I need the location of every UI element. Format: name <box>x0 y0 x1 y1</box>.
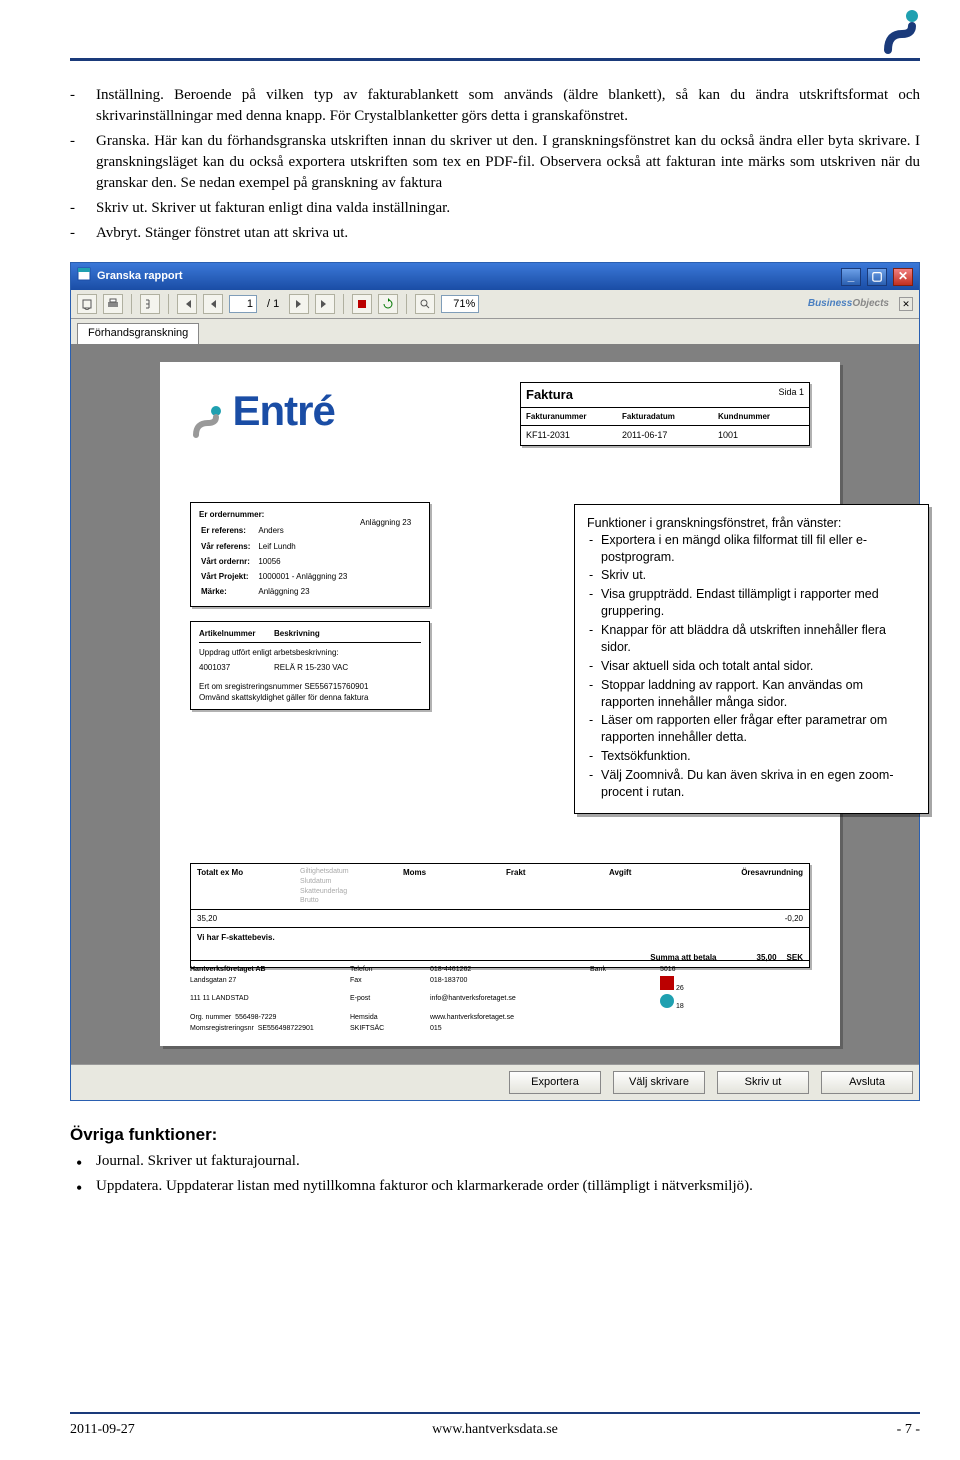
bottom-button-bar: Exportera Välj skrivare Skriv ut Avsluta <box>71 1064 919 1100</box>
callout-item: Stoppar laddning av rapport. Kan använda… <box>601 677 916 711</box>
list-item: Avbryt. Stänger fönstret utan att skriva… <box>96 223 920 244</box>
callout-item: Läser om rapporten eller frågar efter pa… <box>601 712 916 746</box>
cell: 35,20 <box>191 910 294 927</box>
list-item: Granska. Här kan du förhandsgranska utsk… <box>96 131 920 194</box>
footer-url: www.hantverksdata.se <box>353 1420 636 1440</box>
callout-item: Visar aktuell sida och totalt antal sido… <box>601 658 916 675</box>
next-page-icon[interactable] <box>289 294 309 314</box>
window-icon <box>77 267 91 286</box>
cell: KF11-2031 <box>521 426 617 445</box>
separator <box>406 294 407 314</box>
ref-value: Leif Lundh <box>258 540 353 553</box>
callout-title: Funktioner i granskningsfönstret, från v… <box>587 515 916 532</box>
tab-preview[interactable]: Förhandsgranskning <box>77 323 199 343</box>
anlaggning-label: Anläggning 23 <box>360 517 411 528</box>
ref-value: 10056 <box>258 555 353 568</box>
first-page-icon[interactable] <box>177 294 197 314</box>
col-header: Moms <box>397 864 500 909</box>
cell: 4001037 <box>199 662 274 673</box>
export-icon[interactable] <box>77 294 97 314</box>
invoice-header-box: Faktura Sida 1 Fakturanummer Fakturadatu… <box>520 382 810 446</box>
maximize-button[interactable]: ▢ <box>867 268 887 286</box>
report-canvas: Entré Faktura Sida 1 Fakturanummer Faktu… <box>71 344 919 1064</box>
ref-label: Er referens: <box>201 524 256 537</box>
list-item: Inställning. Beroende på vilken typ av f… <box>96 85 920 127</box>
col-header: Artikelnummer <box>199 628 274 639</box>
separator <box>131 294 132 314</box>
totals-box: Totalt ex Mo GiltighetsdatumSlutdatumSka… <box>190 863 810 968</box>
callout-item: Visa gruppträdd. Endast tillämpligt i ra… <box>601 586 916 620</box>
ref-label: Vårt ordernr: <box>201 555 256 568</box>
col-header: Fakturanummer <box>521 408 617 425</box>
items-intro: Uppdrag utfört enligt arbetsbeskrivning: <box>199 647 421 658</box>
list-item: Skriv ut. Skriver ut fakturan enligt din… <box>96 198 920 219</box>
separator <box>168 294 169 314</box>
stop-icon[interactable] <box>352 294 372 314</box>
skattebevis: Vi har F-skattebevis. <box>197 932 803 943</box>
page-footer: 2011-09-27 www.hantverksdata.se - 7 - <box>70 1412 920 1440</box>
preview-window: Granska rapport _ ▢ ✕ / 1 BusinessObject… <box>70 262 920 1101</box>
refresh-icon[interactable] <box>378 294 398 314</box>
zoom-input[interactable] <box>441 295 479 313</box>
callout-item: Textsökfunktion. <box>601 748 916 765</box>
ref-label: Vårt Projekt: <box>201 570 256 583</box>
print-icon[interactable] <box>103 294 123 314</box>
col-header: Fakturadatum <box>617 408 713 425</box>
cell: -0,20 <box>706 910 809 927</box>
company-footer: Hantverksföretaget AB Telefon 018-446126… <box>190 960 810 1034</box>
window-title: Granska rapport <box>97 269 835 284</box>
ref-value: 1000001 - Anläggning 23 <box>258 570 353 583</box>
page-input[interactable] <box>229 295 257 313</box>
ref-label: Vår referens: <box>201 540 256 553</box>
titlebar: Granska rapport _ ▢ ✕ <box>71 263 919 290</box>
callout-item: Skriv ut. <box>601 567 916 584</box>
col-header: Kundnummer <box>713 408 809 425</box>
choose-printer-button[interactable]: Välj skrivare <box>613 1071 705 1094</box>
col-header: Beskrivning <box>274 628 320 639</box>
page-indicator: Sida 1 <box>773 383 809 407</box>
list-item: Uppdatera. Uppdaterar listan med nytillk… <box>96 1176 920 1197</box>
ref-value: Anders <box>258 524 353 537</box>
close-button[interactable]: ✕ <box>893 268 913 286</box>
items-note: Omvänd skattskyldighet gäller för denna … <box>199 692 421 703</box>
footer-date: 2011-09-27 <box>70 1420 353 1440</box>
print-button[interactable]: Skriv ut <box>717 1071 809 1094</box>
other-functions-section: Övriga funktioner: Journal. Skriver ut f… <box>70 1123 920 1197</box>
main-bullet-list: Inställning. Beroende på vilken typ av f… <box>70 85 920 244</box>
list-item: Journal. Skriver ut fakturajournal. <box>96 1151 920 1172</box>
line-items-box: ArtikelnummerBeskrivning Uppdrag utfört … <box>190 621 430 710</box>
callout-item: Exportera i en mängd olika filformat til… <box>601 532 916 566</box>
prev-page-icon[interactable] <box>203 294 223 314</box>
businessobjects-logo: BusinessObjects <box>808 297 889 311</box>
footer-page: - 7 - <box>637 1420 920 1440</box>
last-page-icon[interactable] <box>315 294 335 314</box>
callout-item: Knappar för att bläddra då utskriften in… <box>601 622 916 656</box>
tree-icon[interactable] <box>140 294 160 314</box>
top-divider <box>70 58 920 61</box>
col-header: Avgift <box>603 864 706 909</box>
invoice-title: Faktura <box>521 383 773 407</box>
minimize-button[interactable]: _ <box>841 268 861 286</box>
ref-value: Anläggning 23 <box>258 585 353 598</box>
tabstrip: Förhandsgranskning <box>71 319 919 343</box>
cell: 2011-06-17 <box>617 426 713 445</box>
separator <box>343 294 344 314</box>
search-icon[interactable] <box>415 294 435 314</box>
col-header: Totalt ex Mo <box>191 864 294 909</box>
toolbar: / 1 BusinessObjects ✕ <box>71 290 919 319</box>
items-note: Ert om sregistreringsnummer SE5567157609… <box>199 681 421 692</box>
export-button[interactable]: Exportera <box>509 1071 601 1094</box>
close-button[interactable]: Avsluta <box>821 1071 913 1094</box>
ref-label: Märke: <box>201 585 256 598</box>
section-heading: Övriga funktioner: <box>70 1123 920 1147</box>
cell: RELÄ R 15-230 VAC <box>274 662 348 673</box>
page-total: / 1 <box>263 297 283 312</box>
brand-logo <box>880 8 920 63</box>
col-header: Öresavrundning <box>706 864 809 909</box>
cell: 1001 <box>713 426 809 445</box>
col-header: Frakt <box>500 864 603 909</box>
callout-item: Välj Zoomnivå. Du kan även skriva in en … <box>601 767 916 801</box>
panel-close-icon[interactable]: ✕ <box>899 297 913 311</box>
callout-box: Funktioner i granskningsfönstret, från v… <box>574 504 929 814</box>
